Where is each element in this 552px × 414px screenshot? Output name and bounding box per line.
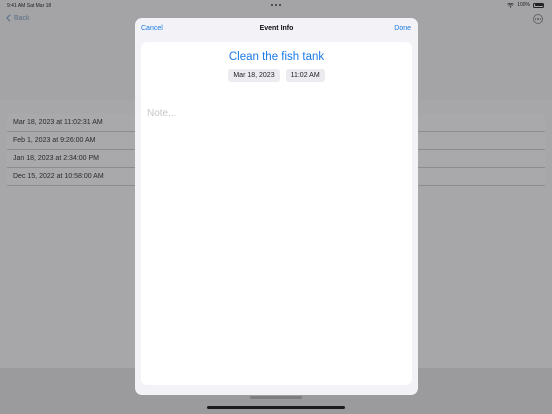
back-button[interactable]: Back — [6, 14, 30, 22]
multitasking-dots-icon[interactable] — [271, 4, 281, 6]
event-header-card: Clean the fish tank Mar 18, 2023 11:02 A… — [141, 42, 412, 108]
date-time-row: Mar 18, 2023 11:02 AM — [141, 69, 412, 82]
done-button[interactable]: Done — [394, 25, 411, 32]
battery-icon — [533, 2, 544, 8]
sheet-navigation-bar: Cancel Event Info Done — [135, 18, 418, 40]
background-grabber — [250, 396, 302, 399]
status-time: 9:41 AM Sat Mar 18 — [7, 3, 52, 9]
time-picker-button[interactable]: 11:02 AM — [285, 69, 325, 82]
note-card — [141, 100, 412, 385]
status-right: 100% — [507, 2, 544, 8]
event-title[interactable]: Clean the fish tank — [141, 51, 412, 63]
wifi-icon — [507, 2, 515, 8]
status-bar: 9:41 AM Sat Mar 18 100% — [0, 0, 552, 11]
back-label: Back — [14, 14, 30, 22]
date-picker-button[interactable]: Mar 18, 2023 — [228, 69, 280, 82]
battery-percent: 100% — [517, 2, 530, 8]
sheet-title: Event Info — [259, 25, 294, 32]
home-indicator[interactable] — [207, 406, 345, 409]
chevron-left-icon — [6, 14, 11, 22]
ellipsis-circle-icon[interactable] — [533, 14, 543, 24]
note-textarea[interactable] — [147, 108, 406, 378]
event-info-sheet: Cancel Event Info Done Clean the fish ta… — [135, 18, 418, 395]
